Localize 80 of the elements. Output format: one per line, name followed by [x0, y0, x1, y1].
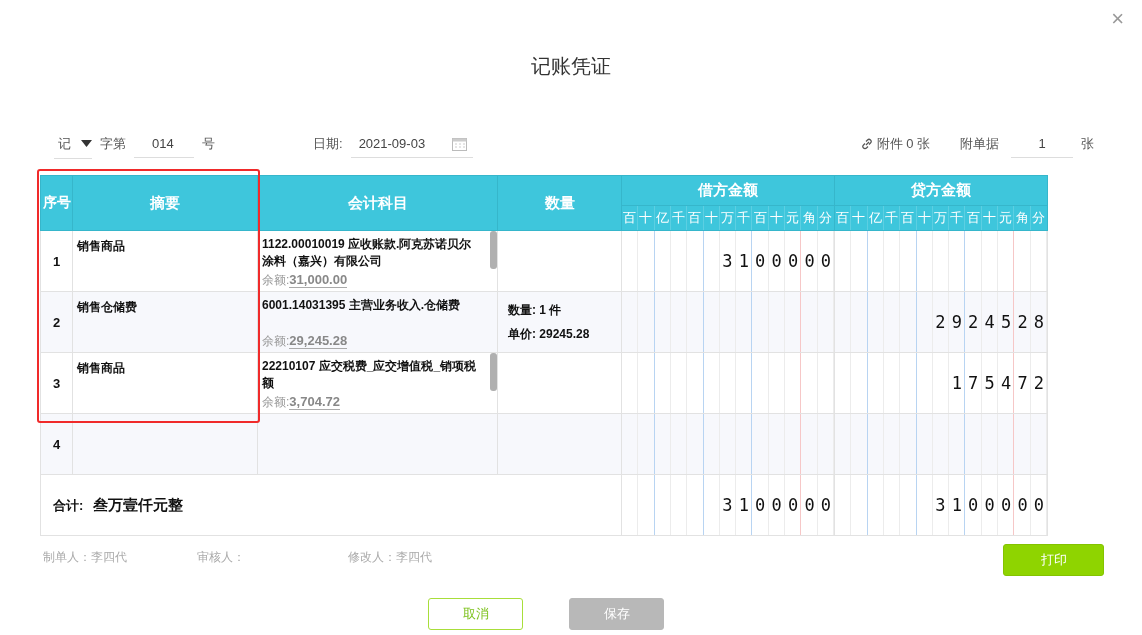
row-number: 3: [40, 352, 73, 414]
unit-header: 十: [851, 206, 868, 230]
unit-header: 元: [998, 206, 1015, 230]
docs-suffix: 张: [1081, 135, 1094, 153]
word-label: 字第: [100, 135, 126, 153]
unit-header: 十: [638, 206, 655, 230]
attachment-link[interactable]: 附件 0 张: [860, 135, 930, 153]
unit-header: 百: [965, 206, 982, 230]
total-amount-words: 叁万壹仟元整: [92, 495, 183, 513]
row-number: 2: [40, 291, 73, 353]
unit-header: 十: [703, 206, 720, 230]
total-amount-digits: 3100000: [935, 495, 1051, 515]
number-field[interactable]: 014: [134, 130, 194, 158]
balance-label: 余额:: [262, 395, 290, 409]
link-icon: [860, 138, 873, 150]
account-cell[interactable]: 1122.00010019 应收账款.阿克苏诺贝尔涂料（嘉兴）有限公司 余额:31,000.00: [257, 230, 498, 292]
reviewer-text: 审核人：: [197, 549, 245, 566]
column-header: 数量: [497, 175, 622, 231]
quantity-text: 数量: 1 件: [508, 302, 563, 319]
balance-label: 余额:: [262, 334, 290, 348]
balance-value: 31,000.00: [289, 272, 348, 288]
unit-header: 百: [622, 206, 639, 230]
docs-label: 附单据: [960, 135, 999, 153]
unit-header: 分: [818, 209, 834, 227]
summary-text[interactable]: 销售仓储费: [77, 300, 137, 314]
summary-text[interactable]: 销售商品: [77, 239, 125, 253]
total-amount-digits: 3100000: [722, 495, 838, 515]
unit-header: 百: [687, 206, 704, 230]
docs-field[interactable]: 1: [1011, 130, 1073, 158]
unit-header: 十: [768, 206, 786, 230]
account-text: 1122.00010019 应收账款.阿克苏诺贝尔涂料（嘉兴）有限公司: [262, 236, 473, 270]
account-cell[interactable]: [257, 413, 498, 475]
voucher-type-select[interactable]: 记: [54, 129, 92, 159]
row-number: 1: [40, 230, 73, 292]
unit-header: 万: [719, 206, 737, 230]
account-text: 6001.14031395 主营业务收入.仓储费: [262, 297, 462, 314]
column-header: 借方金额: [621, 175, 835, 206]
number-suffix: 号: [202, 135, 215, 153]
modifier-text: 修改人：李四代: [348, 549, 432, 566]
unit-header: 万: [932, 206, 950, 230]
date-label: 日期:: [313, 135, 343, 153]
unit-header: 百: [900, 206, 917, 230]
unit-header: 元: [785, 206, 802, 230]
account-cell[interactable]: 6001.14031395 主营业务收入.仓储费 余额:29,245.28: [257, 291, 498, 353]
column-header: 会计科目: [257, 175, 498, 231]
scrollbar-thumb[interactable]: [490, 231, 497, 269]
unit-header: 千: [883, 206, 901, 230]
scrollbar-thumb[interactable]: [490, 353, 497, 391]
amount-digits: 3100000: [722, 251, 838, 271]
unit-header: 百: [835, 206, 852, 230]
column-header: 贷方金额: [834, 175, 1048, 206]
dialog-title: 记账凭证: [531, 55, 611, 77]
unit-header: 角: [801, 206, 818, 230]
amount-digits: 175472: [951, 373, 1051, 393]
unit-header: 角: [1014, 206, 1031, 230]
unit-header: 百: [752, 206, 769, 230]
balance-value: 3,704.72: [289, 394, 340, 410]
unit-header: 千: [949, 206, 966, 230]
account-cell[interactable]: 22210107 应交税费_应交增值税_销项税额 余额:3,704.72: [257, 352, 498, 414]
summary-text[interactable]: 销售商品: [77, 361, 125, 375]
unit-header: 十: [981, 206, 999, 230]
balance-label: 余额:: [262, 273, 290, 287]
column-header: 序号: [40, 175, 73, 231]
unit-header: 亿: [867, 206, 884, 230]
account-text: 22210107 应交税费_应交增值税_销项税额: [262, 358, 478, 392]
unit-header: 亿: [654, 206, 671, 230]
amount-digits: 2924528: [935, 312, 1051, 332]
unit-header: 分: [1031, 209, 1047, 227]
column-header: 摘要: [72, 175, 258, 231]
unit-header: 千: [670, 206, 688, 230]
calendar-icon: [451, 136, 467, 151]
date-field[interactable]: 2021-09-03: [350, 130, 473, 158]
maker-text: 制单人：李四代: [43, 549, 127, 566]
caret-icon: [81, 140, 92, 147]
row-number: 4: [40, 413, 73, 475]
unit-price-text: 单价: 29245.28: [508, 326, 591, 343]
unit-header: 十: [916, 206, 933, 230]
unit-header: 千: [736, 206, 753, 230]
total-label: 合计:: [53, 497, 84, 513]
balance-value: 29,245.28: [289, 333, 348, 349]
